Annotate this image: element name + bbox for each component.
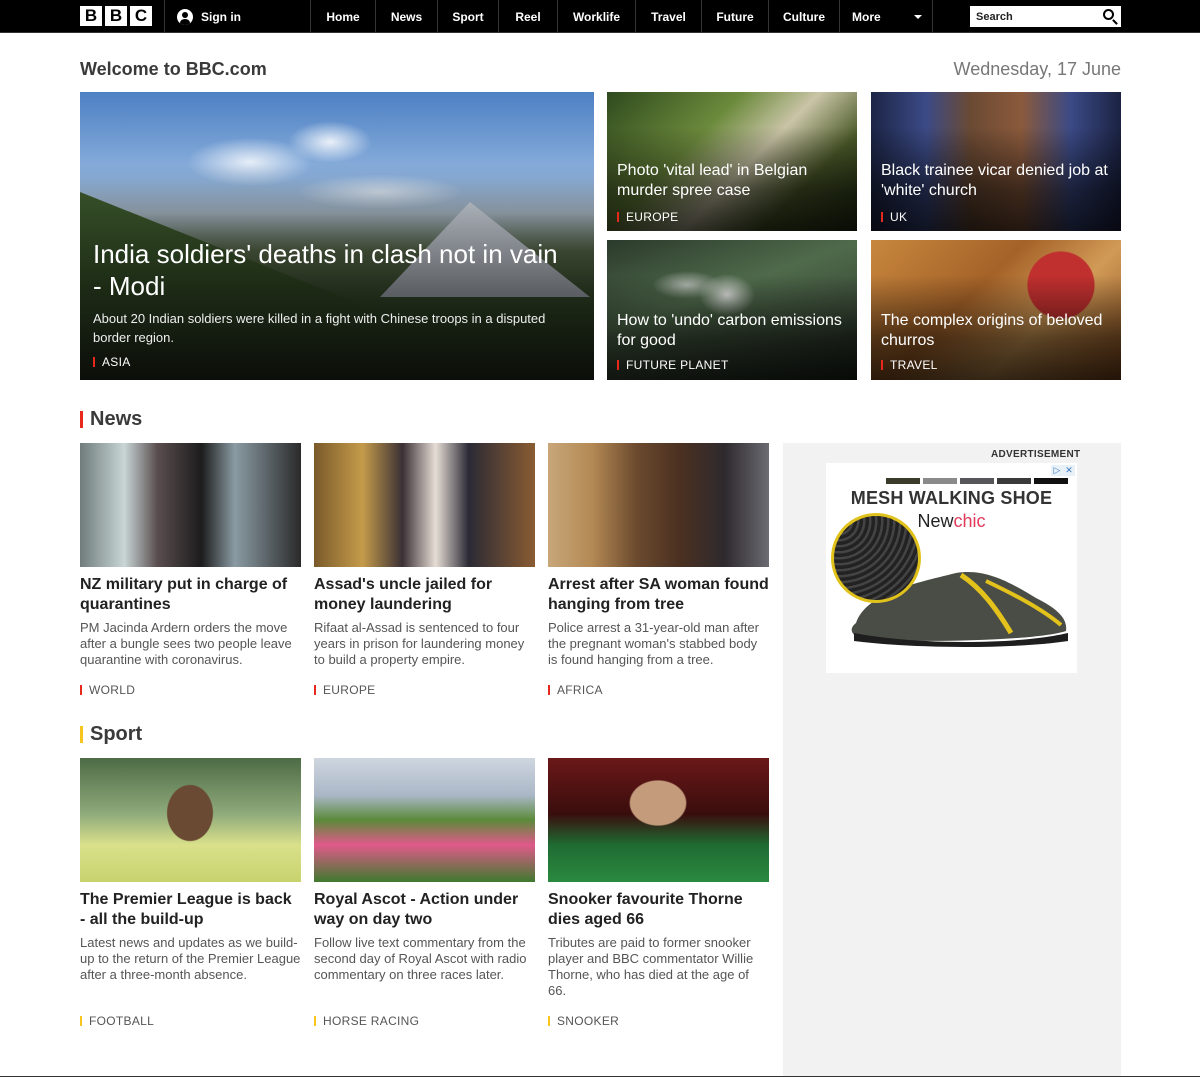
nav-item-sport[interactable]: Sport <box>437 0 498 33</box>
story-tag[interactable]: AFRICA <box>548 683 603 697</box>
advert-banner[interactable]: ▷ ✕ MESH WALKING SHOE Newchic <box>826 463 1077 673</box>
story-title[interactable]: Snooker favourite Thorne dies aged 66 <box>548 890 769 930</box>
news-story-assad[interactable]: Assad's uncle jailed for money launderin… <box>314 443 535 703</box>
adchoices-icon[interactable]: ▷ <box>1051 465 1063 476</box>
hero-main-story[interactable]: India soldiers' deaths in clash not in v… <box>80 92 594 380</box>
news-section-heading[interactable]: News <box>80 408 142 431</box>
logo-letter: B <box>105 6 127 26</box>
chevron-down-icon <box>914 14 922 19</box>
sign-in-label: Sign in <box>201 9 241 24</box>
advert-color-swatches <box>886 478 1068 484</box>
story-summary: Tributes are paid to former snooker play… <box>548 935 754 998</box>
advert-label: ADVERTISEMENT <box>991 449 1081 460</box>
story-image[interactable] <box>80 758 301 882</box>
hero-card-tag[interactable]: EUROPE <box>617 210 678 224</box>
nav-item-more[interactable]: More <box>839 0 933 33</box>
mesh-detail-image <box>831 513 921 603</box>
sport-section-heading[interactable]: Sport <box>80 723 142 746</box>
nav-item-future[interactable]: Future <box>701 0 768 33</box>
hero-card-title[interactable]: The complex origins of beloved churros <box>881 311 1111 351</box>
story-title[interactable]: Arrest after SA woman found hanging from… <box>548 575 769 615</box>
hero-card-belgian[interactable]: Photo 'vital lead' in Belgian murder spr… <box>607 92 857 231</box>
sport-story-premier-league[interactable]: The Premier League is back - all the bui… <box>80 758 301 1034</box>
hero-card-tag[interactable]: TRAVEL <box>881 358 938 372</box>
swatch <box>960 478 994 484</box>
swatch <box>997 478 1031 484</box>
advert-controls: ▷ ✕ <box>1051 465 1075 476</box>
story-summary: Latest news and updates as we build-up t… <box>80 935 301 982</box>
hero-card-tag[interactable]: FUTURE PLANET <box>617 358 729 372</box>
story-title[interactable]: NZ military put in charge of quarantines <box>80 575 301 615</box>
nav-item-culture[interactable]: Culture <box>768 0 839 33</box>
swatch <box>886 478 920 484</box>
hero-card-vicar[interactable]: Black trainee vicar denied job at 'white… <box>871 92 1121 231</box>
current-date: Wednesday, 17 June <box>953 59 1121 79</box>
advert-brand-part: New <box>917 511 954 531</box>
logo-letter: C <box>130 6 152 26</box>
story-tag[interactable]: WORLD <box>80 683 135 697</box>
nav-menu: Home News Sport Reel Worklife Travel Fut… <box>310 0 933 33</box>
story-title[interactable]: Assad's uncle jailed for money launderin… <box>314 575 535 615</box>
story-tag[interactable]: HORSE RACING <box>314 1014 419 1028</box>
search-icon[interactable] <box>1103 9 1114 20</box>
story-summary: Police arrest a 31-year-old man after th… <box>548 620 759 667</box>
swatch <box>1034 478 1068 484</box>
search-box <box>970 6 1121 27</box>
hero-card-title[interactable]: How to 'undo' carbon emissions for good <box>617 311 847 351</box>
advert-headline: MESH WALKING SHOE <box>850 488 1053 508</box>
user-icon <box>177 8 193 25</box>
search-input[interactable] <box>976 10 1096 23</box>
story-tag[interactable]: SNOOKER <box>548 1014 619 1028</box>
logo-letter: B <box>80 6 102 26</box>
hero-card-tag[interactable]: UK <box>881 210 907 224</box>
story-image[interactable] <box>80 443 301 567</box>
sign-in-button[interactable]: Sign in <box>164 0 310 33</box>
bbc-logo[interactable]: B B C <box>80 6 152 26</box>
nav-item-travel[interactable]: Travel <box>635 0 701 33</box>
advert-brand-part: chic <box>953 511 986 531</box>
story-image[interactable] <box>314 443 535 567</box>
story-summary: Rifaat al-Assad is sentenced to four yea… <box>314 620 525 667</box>
nav-item-news[interactable]: News <box>375 0 437 33</box>
story-title[interactable]: Royal Ascot - Action under way on day tw… <box>314 890 535 930</box>
sport-story-royal-ascot[interactable]: Royal Ascot - Action under way on day tw… <box>314 758 535 1034</box>
story-image[interactable] <box>548 758 769 882</box>
more-label: More <box>852 9 881 24</box>
welcome-heading: Welcome to BBC.com <box>80 59 267 79</box>
swatch <box>923 478 957 484</box>
nav-item-home[interactable]: Home <box>310 0 375 33</box>
hero-card-carbon[interactable]: How to 'undo' carbon emissions for good … <box>607 240 857 380</box>
nav-item-worklife[interactable]: Worklife <box>557 0 635 33</box>
close-icon[interactable]: ✕ <box>1063 465 1075 476</box>
hero-main-title[interactable]: India soldiers' deaths in clash not in v… <box>93 238 573 302</box>
sport-story-snooker[interactable]: Snooker favourite Thorne dies aged 66 Tr… <box>548 758 769 1034</box>
story-tag[interactable]: EUROPE <box>314 683 375 697</box>
story-image[interactable] <box>314 758 535 882</box>
hero-main-tag[interactable]: ASIA <box>93 355 131 369</box>
story-tag[interactable]: FOOTBALL <box>80 1014 154 1028</box>
hero-card-churros[interactable]: The complex origins of beloved churros T… <box>871 240 1121 380</box>
story-image[interactable] <box>548 443 769 567</box>
hero-card-title[interactable]: Photo 'vital lead' in Belgian murder spr… <box>617 161 847 201</box>
hero-card-title[interactable]: Black trainee vicar denied job at 'white… <box>881 161 1111 201</box>
top-navigation-bar: B B C Sign in Home News Sport Reel Workl… <box>0 0 1200 33</box>
story-title[interactable]: The Premier League is back - all the bui… <box>80 890 301 930</box>
story-summary: Follow live text commentary from the sec… <box>314 935 527 982</box>
nav-item-reel[interactable]: Reel <box>498 0 557 33</box>
hero-main-summary: About 20 Indian soldiers were killed in … <box>93 311 546 345</box>
news-story-nz[interactable]: NZ military put in charge of quarantines… <box>80 443 301 703</box>
news-story-sa[interactable]: Arrest after SA woman found hanging from… <box>548 443 769 703</box>
story-summary: PM Jacinda Ardern orders the move after … <box>80 620 292 667</box>
